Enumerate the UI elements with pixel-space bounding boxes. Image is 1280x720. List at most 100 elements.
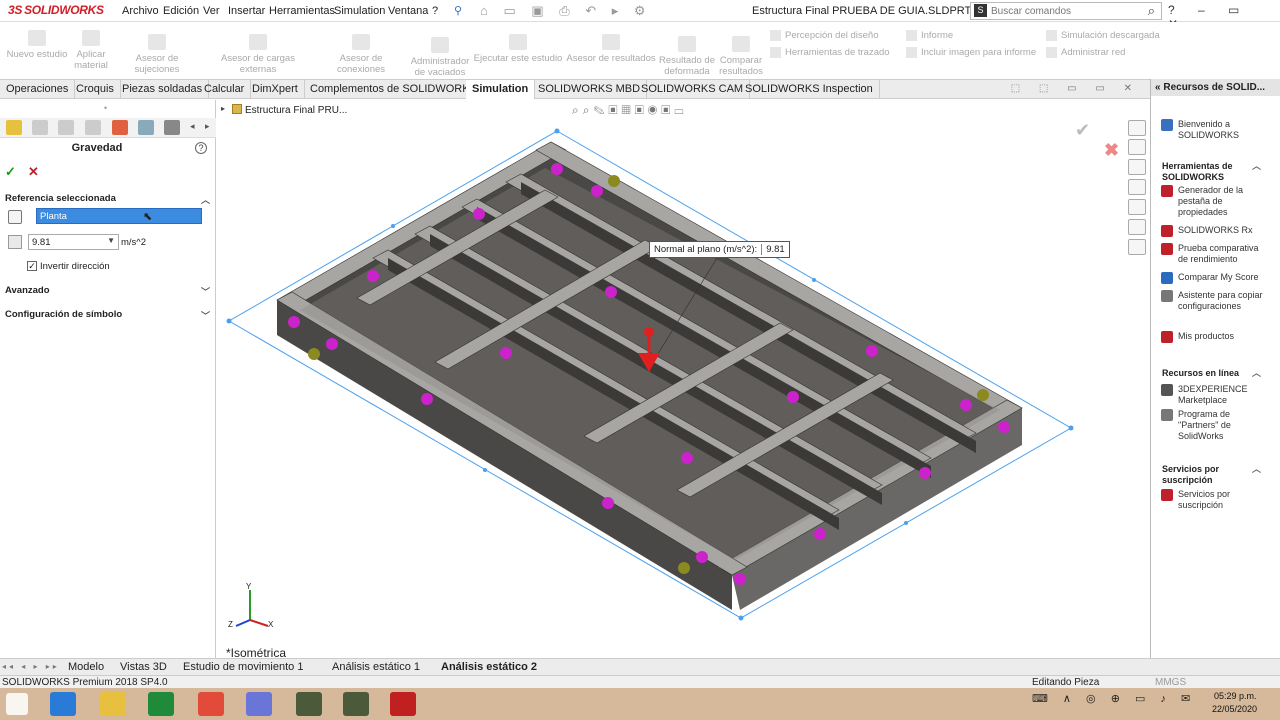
tabs-scroll-right-icon[interactable]: ▸ bbox=[205, 121, 210, 132]
app-icon[interactable] bbox=[343, 692, 369, 716]
deformed-result-button[interactable]: Resultado de deformada bbox=[657, 36, 717, 77]
marketplace-link[interactable]: 3DEXPERIENCE Marketplace bbox=[1161, 384, 1271, 406]
cam-tab-icon[interactable] bbox=[138, 120, 154, 135]
app-icon[interactable] bbox=[296, 692, 322, 716]
my-products-link[interactable]: Mis productos bbox=[1161, 331, 1271, 343]
heads-up-view-toolbar[interactable]: ⌕⌕✎▣▦▣◉▣▭ bbox=[572, 103, 688, 118]
tab-vistas-3d[interactable]: Vistas 3D bbox=[120, 661, 167, 673]
tab-cam[interactable]: SOLIDWORKS CAM bbox=[635, 80, 751, 99]
splitter-handle[interactable]: • bbox=[104, 103, 107, 113]
solidworks-logo[interactable]: 3S SOLIDWORKS bbox=[8, 3, 104, 19]
frame-model[interactable] bbox=[217, 100, 1149, 658]
solidworks-taskbar-icon[interactable] bbox=[390, 692, 416, 716]
welcome-link[interactable]: Bienvenido a SOLIDWORKS bbox=[1161, 119, 1271, 141]
new-study-button[interactable]: Nuevo estudio bbox=[6, 30, 68, 60]
apply-material-button[interactable]: Aplicar material bbox=[72, 30, 110, 71]
resources-icon[interactable] bbox=[1128, 139, 1146, 155]
tabs-scroll-left-icon[interactable]: ◂ bbox=[190, 121, 195, 132]
online-section-header[interactable]: Recursos en línea ︿ bbox=[1162, 368, 1262, 379]
menu-edicion[interactable]: Edición bbox=[163, 5, 199, 17]
featuremanager-tab-icon[interactable] bbox=[6, 120, 22, 135]
loads-advisor-button[interactable]: Asesor de cargas externas bbox=[204, 34, 312, 75]
search-icon[interactable]: ⌕ bbox=[1148, 3, 1155, 19]
unit-system[interactable]: MMGS bbox=[1155, 677, 1186, 688]
section-advanced[interactable]: Avanzado ﹀ bbox=[0, 285, 216, 297]
partners-link[interactable]: Programa de "Partners" de SolidWorks bbox=[1161, 409, 1271, 442]
excel-icon[interactable] bbox=[148, 692, 174, 716]
tab-croquis[interactable]: Croquis bbox=[70, 80, 121, 99]
search-commands[interactable]: S Buscar comandos ⌕ bbox=[970, 2, 1162, 20]
tab-analisis-estatico-2[interactable]: Análisis estático 2 bbox=[441, 661, 537, 673]
windows-start-icon[interactable] bbox=[6, 693, 28, 715]
compare-results-button[interactable]: Comparar resultados bbox=[716, 36, 766, 77]
tab-estudio-movimiento[interactable]: Estudio de movimiento 1 bbox=[183, 661, 303, 673]
internet-explorer-icon[interactable] bbox=[50, 692, 76, 716]
home-icon[interactable] bbox=[1128, 120, 1146, 136]
double-arrow-icon[interactable]: « bbox=[1155, 82, 1161, 93]
tab-dimxpert[interactable]: DimXpert bbox=[246, 80, 305, 99]
help-icon[interactable]: ? bbox=[195, 142, 207, 154]
invert-direction-checkbox[interactable]: ✓ bbox=[27, 261, 37, 271]
gravity-value-callout[interactable]: Normal al plano (m/s^2): 9.81 bbox=[649, 241, 790, 258]
menu-ventana[interactable]: Ventana bbox=[388, 5, 428, 17]
graphics-area[interactable]: ▸ bbox=[217, 100, 1149, 658]
cancel-button[interactable]: ✕ bbox=[28, 164, 39, 180]
display-manager-tab-icon[interactable] bbox=[112, 120, 128, 135]
dimxpert-tab-icon[interactable] bbox=[85, 120, 101, 135]
tab-inspection[interactable]: SOLIDWORKS Inspection bbox=[739, 80, 880, 99]
tab-scroll-arrows-icon[interactable]: ◂◂ ◂ ▸ ▸▸ bbox=[2, 662, 60, 671]
offloaded-simulation-button[interactable]: Simulación descargada bbox=[1046, 30, 1160, 41]
discord-icon[interactable] bbox=[246, 692, 272, 716]
menu-archivo[interactable]: Archivo bbox=[122, 5, 159, 17]
property-tab-builder-link[interactable]: Generador de la pestaña de propiedades bbox=[1161, 185, 1271, 218]
menu-insertar[interactable]: Insertar bbox=[228, 5, 265, 17]
system-tray-icons[interactable]: ⌨ ∧ ◎ ⊕ ▭ ♪ ✉ bbox=[1032, 692, 1196, 705]
menu-help[interactable]: ? bbox=[432, 5, 438, 17]
view-window-controls[interactable]: ⬚ ⬚ ▭ ▭ ✕ bbox=[1011, 83, 1140, 94]
solidworks-forum-icon[interactable] bbox=[1128, 239, 1146, 255]
clock-time[interactable]: 05:29 p.m. bbox=[1214, 691, 1257, 701]
plot-tools-button[interactable]: Herramientas de trazado bbox=[770, 47, 890, 58]
file-explorer-icon[interactable] bbox=[100, 692, 126, 716]
compare-my-score-link[interactable]: Comparar My Score bbox=[1161, 272, 1271, 284]
inspection-tab-icon[interactable] bbox=[164, 120, 180, 135]
appearance-icon[interactable] bbox=[1128, 199, 1146, 215]
menu-herramientas[interactable]: Herramientas bbox=[269, 5, 335, 17]
pin-icon[interactable]: ⚲ bbox=[454, 4, 462, 17]
subscription-section-header[interactable]: Servicios por suscripción ︿ bbox=[1162, 464, 1262, 486]
copy-settings-wizard-link[interactable]: Asistente para copiar configuraciones bbox=[1161, 290, 1271, 312]
design-library-icon[interactable] bbox=[1128, 179, 1146, 195]
run-study-button[interactable]: Ejecutar este estudio bbox=[473, 34, 563, 64]
tab-mbd[interactable]: SOLIDWORKS MBD bbox=[532, 80, 648, 99]
confirm-corner-cancel-icon[interactable]: ✖ bbox=[1104, 140, 1119, 161]
propertymanager-tab-icon[interactable] bbox=[32, 120, 48, 135]
flyout-tree-root[interactable]: Estructura Final PRU... bbox=[232, 104, 347, 116]
manage-network-button[interactable]: Administrar red bbox=[1046, 47, 1125, 58]
confirm-corner-ok-icon[interactable]: ✔ bbox=[1075, 120, 1095, 140]
tab-simulation[interactable]: Simulation bbox=[466, 80, 536, 99]
tab-complementos[interactable]: Complementos de SOLIDWORKS bbox=[304, 80, 484, 99]
section-reference[interactable]: Referencia seleccionada ︿ bbox=[0, 193, 216, 205]
include-image-button[interactable]: Incluir imagen para informe bbox=[906, 47, 1036, 58]
tab-calcular[interactable]: Calcular bbox=[198, 80, 252, 99]
tree-expand-icon[interactable]: ▸ bbox=[221, 104, 225, 113]
menu-ver[interactable]: Ver bbox=[203, 5, 220, 17]
configuration-tab-icon[interactable] bbox=[58, 120, 74, 135]
menu-simulation[interactable]: Simulation bbox=[334, 5, 385, 17]
custom-properties-icon[interactable] bbox=[1128, 219, 1146, 235]
results-advisor-button[interactable]: Asesor de resultados bbox=[566, 34, 656, 64]
clock-date[interactable]: 22/05/2020 bbox=[1212, 704, 1257, 714]
tab-piezas-soldadas[interactable]: Piezas soldadas bbox=[116, 80, 210, 99]
ok-button[interactable]: ✓ bbox=[5, 164, 16, 180]
gravity-value-field[interactable]: 9.81 ▼ bbox=[28, 234, 119, 250]
tab-modelo[interactable]: Modelo bbox=[68, 661, 104, 673]
quick-access-toolbar[interactable]: ⌂ ▭ ▣ ⎙ ↶ ▸ ⚙ bbox=[480, 3, 652, 19]
subscription-services-link[interactable]: Servicios por suscripción bbox=[1161, 489, 1271, 511]
chevron-down-icon[interactable]: ▼ bbox=[107, 236, 115, 245]
report-button[interactable]: Informe bbox=[906, 30, 953, 41]
tab-analisis-estatico-1[interactable]: Análisis estático 1 bbox=[332, 661, 420, 673]
fixtures-advisor-button[interactable]: Asesor de sujeciones bbox=[113, 34, 201, 75]
tools-section-header[interactable]: Herramientas de SOLIDWORKS ︿ bbox=[1162, 161, 1262, 183]
shell-manager-button[interactable]: Administrador de vaciados bbox=[408, 37, 472, 78]
solidworks-rx-link[interactable]: SOLIDWORKS Rx bbox=[1161, 225, 1271, 237]
